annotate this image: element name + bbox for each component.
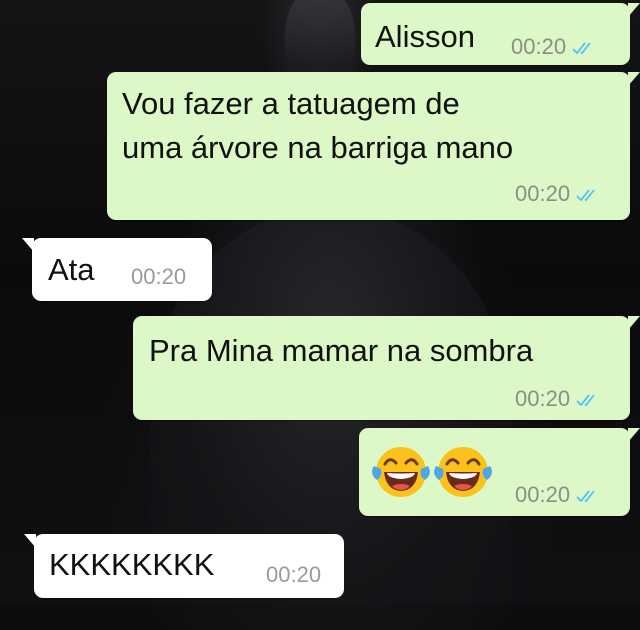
outgoing-message-bubble[interactable]: Pra Mina mamar na sombra 00:20 <box>133 316 640 420</box>
incoming-message-bubble[interactable]: KKKKKKKK 00:20 <box>24 534 344 598</box>
face-with-tears-of-joy-emoji <box>372 447 430 497</box>
outgoing-message-bubble[interactable]: Vou fazer a tatuagem de uma árvore na ba… <box>107 72 640 220</box>
message-time: 00:20 <box>266 562 322 587</box>
emoji-row <box>371 442 493 502</box>
incoming-message-bubble[interactable]: Ata 00:20 <box>22 238 212 301</box>
message-meta: 00:20 <box>266 562 321 588</box>
message-meta: 00:20 <box>515 482 600 508</box>
message-time: 00:20 <box>515 181 571 206</box>
outgoing-message-bubble[interactable]: 00:20 <box>359 428 640 516</box>
message-meta: 00:20 <box>511 34 596 60</box>
message-meta: 00:20 <box>515 181 600 207</box>
message-text: Vou fazer a tatuagem de <box>122 86 460 121</box>
double-check-icon <box>576 189 595 202</box>
outgoing-message-bubble[interactable]: Alisson 00:20 <box>361 3 640 65</box>
message-time: 00:20 <box>131 264 187 289</box>
message-text: Alisson <box>375 19 475 54</box>
message-time: 00:20 <box>515 482 571 507</box>
message-text: uma árvore na barriga mano <box>122 130 514 165</box>
message-time: 00:20 <box>511 34 567 59</box>
double-check-icon <box>576 490 595 503</box>
message-text: Ata <box>48 252 95 287</box>
message-meta: 00:20 <box>515 386 600 412</box>
message-text: KKKKKKKK <box>49 547 215 582</box>
message-meta: 00:20 <box>131 264 186 290</box>
message-time: 00:20 <box>515 386 571 411</box>
message-text: Pra Mina mamar na sombra <box>149 333 534 368</box>
double-check-icon <box>576 394 595 407</box>
double-check-icon <box>572 42 591 55</box>
face-with-tears-of-joy-emoji <box>434 447 492 497</box>
